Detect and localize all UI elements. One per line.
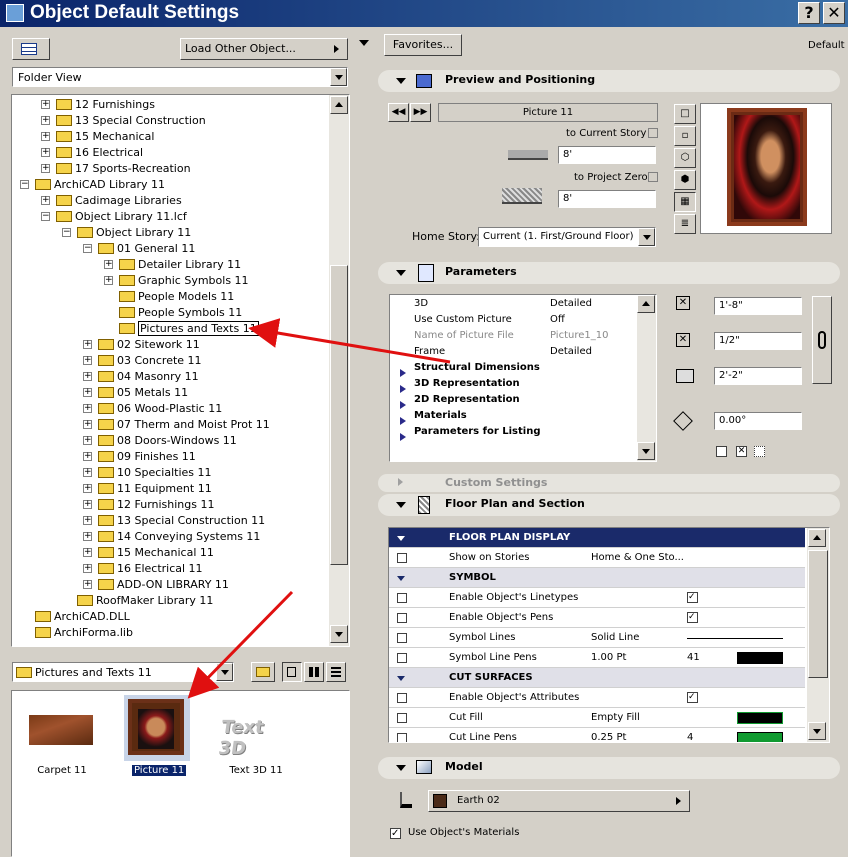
- arrow-to-thumb: [187, 590, 294, 699]
- arrow-to-folder: [248, 318, 451, 364]
- annotation-arrows: [187, 318, 451, 699]
